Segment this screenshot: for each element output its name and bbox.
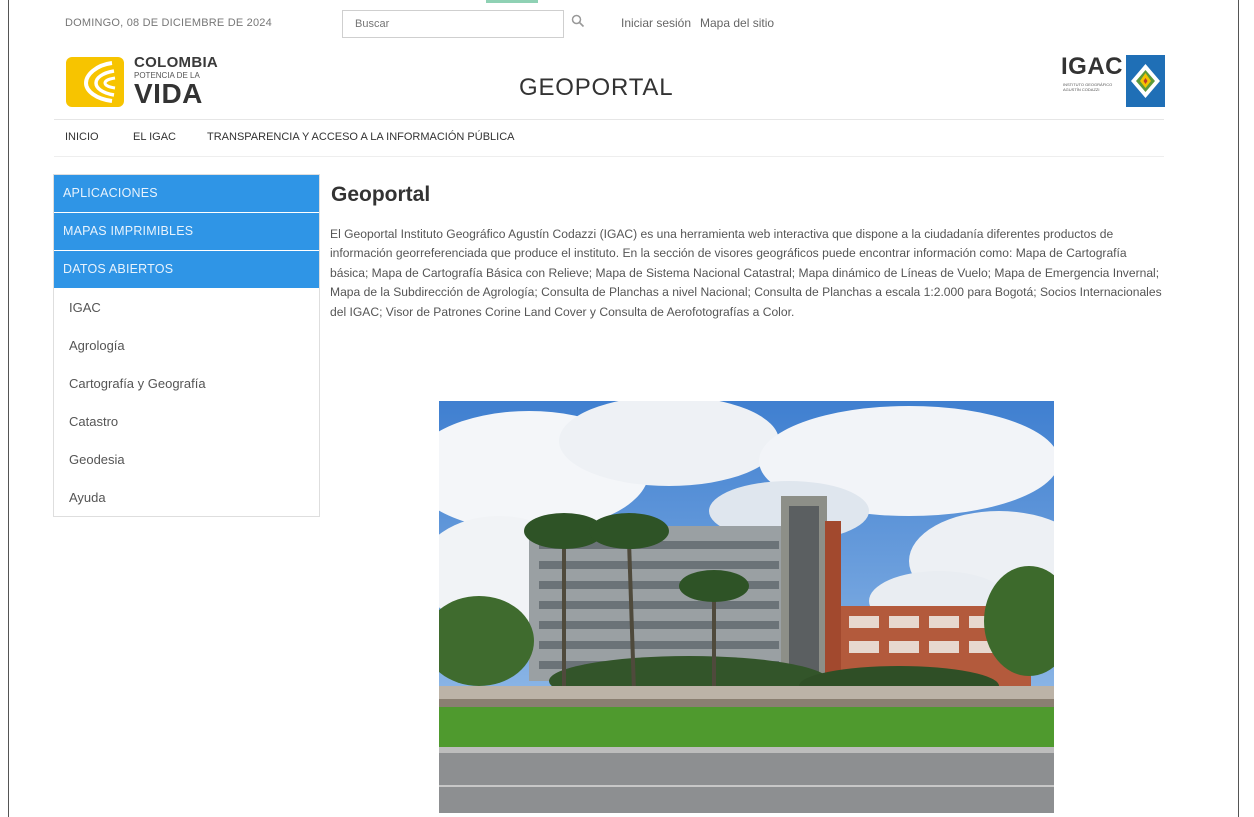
- search-input[interactable]: [343, 11, 563, 37]
- igac-logo[interactable]: IGAC INSTITUTO GEOGRÁFICO AGUSTÍN CODAZZ…: [1061, 53, 1165, 109]
- page-frame-left: [8, 0, 9, 817]
- sidebar-item-ayuda[interactable]: Ayuda: [54, 479, 319, 517]
- search-box[interactable]: [342, 10, 564, 38]
- colombia-wave-logo-icon: [66, 57, 124, 107]
- intro-paragraph: El Geoportal Instituto Geográfico Agustí…: [330, 227, 1162, 319]
- login-link[interactable]: Iniciar sesión: [621, 16, 691, 30]
- igac-emblem-icon: [1126, 55, 1165, 107]
- sidebar-item-igac[interactable]: IGAC: [54, 289, 319, 327]
- page-frame-right: [1238, 0, 1239, 817]
- brand-divider: [54, 119, 1164, 120]
- page-title: Geoportal: [331, 183, 431, 206]
- current-date: DOMINGO, 08 DE DICIEMBRE DE 2024: [65, 17, 272, 29]
- nav-item-el-igac[interactable]: EL IGAC: [133, 131, 176, 143]
- colombia-potencia-logo[interactable]: COLOMBIA POTENCIA DE LA VIDA: [66, 52, 226, 112]
- sidebar-item-aplicaciones[interactable]: APLICACIONES: [54, 175, 319, 213]
- igac-logo-subtext: INSTITUTO GEOGRÁFICO AGUSTÍN CODAZZI: [1063, 82, 1113, 92]
- colombia-logo-word: VIDA: [134, 78, 203, 109]
- sidebar-item-cartografia[interactable]: Cartografía y Geografía: [54, 365, 319, 403]
- colombia-logo-title: COLOMBIA: [134, 54, 219, 71]
- nav-item-transparencia[interactable]: TRANSPARENCIA Y ACCESO A LA INFORMACIÓN …: [207, 131, 514, 143]
- sidebar-item-agrologia[interactable]: Agrología: [54, 327, 319, 365]
- site-title: GEOPORTAL: [519, 74, 674, 101]
- sidebar-item-catastro[interactable]: Catastro: [54, 403, 319, 441]
- nav-divider: [54, 156, 1164, 157]
- igac-logo-text: IGAC: [1061, 53, 1123, 80]
- igac-building-photo: [439, 401, 1054, 813]
- sidebar-menu: APLICACIONES MAPAS IMPRIMIBLES DATOS ABI…: [53, 174, 320, 517]
- search-icon[interactable]: [571, 14, 585, 28]
- top-accent-bar: [486, 0, 538, 3]
- sitemap-link[interactable]: Mapa del sitio: [700, 16, 774, 30]
- sidebar-item-mapas-imprimibles[interactable]: MAPAS IMPRIMIBLES: [54, 213, 319, 251]
- nav-item-inicio[interactable]: INICIO: [65, 131, 99, 143]
- sidebar-item-datos-abiertos[interactable]: DATOS ABIERTOS: [54, 251, 319, 289]
- sidebar-item-geodesia[interactable]: Geodesia: [54, 441, 319, 479]
- top-bar: DOMINGO, 08 DE DICIEMBRE DE 2024 Iniciar…: [0, 0, 1254, 48]
